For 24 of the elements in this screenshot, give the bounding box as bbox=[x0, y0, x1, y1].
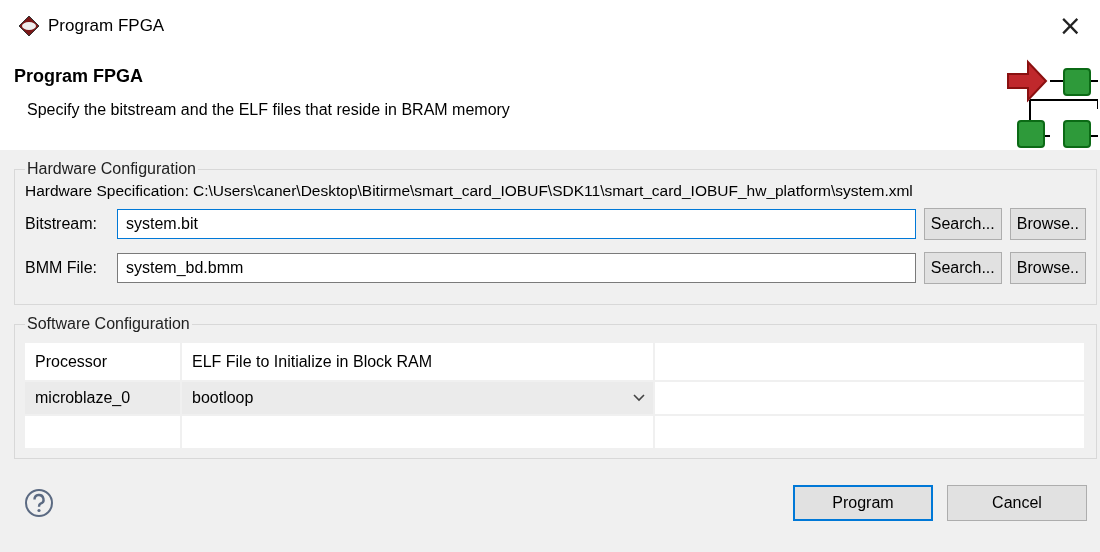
field-label: Bitstream: bbox=[25, 215, 98, 233]
help-icon[interactable] bbox=[24, 487, 54, 518]
hardware-specification: Hardware Specification: C:\Users\caner\Desktop\Bitirme\smart_card_IOBUF\SDK11\smart_card_IOBUF_hw_platform\system.xml bbox=[25, 182, 914, 200]
table-cell[interactable]: bootloop bbox=[192, 389, 254, 407]
dropdown-caret-icon[interactable] bbox=[633, 394, 645, 402]
dialog-description: Specify the bitstream and the ELF files that reside in BRAM memory bbox=[27, 101, 511, 119]
search-button[interactable]: Search... bbox=[923, 252, 1002, 284]
group-title: Software Configuration bbox=[26, 315, 191, 333]
field-label: BMM File: bbox=[25, 259, 98, 277]
table-cell[interactable]: microblaze_0 bbox=[25, 382, 182, 414]
program-button[interactable]: Program bbox=[793, 484, 933, 521]
browse-button[interactable]: Browse.. bbox=[1009, 208, 1086, 240]
dialog-title: Program FPGA bbox=[14, 66, 145, 87]
input-field[interactable]: system.bit bbox=[117, 209, 916, 239]
column-header: ELF File to Initialize in Block RAM bbox=[182, 343, 655, 380]
cancel-button[interactable]: Cancel bbox=[947, 484, 1087, 521]
close-button[interactable]: × bbox=[1054, 12, 1086, 40]
browse-button[interactable]: Browse.. bbox=[1009, 252, 1086, 284]
group-title: Hardware Configuration bbox=[26, 160, 197, 178]
app-logo-icon bbox=[18, 15, 40, 37]
column-header: Processor bbox=[25, 343, 182, 380]
input-field[interactable]: system_bd.bmm bbox=[117, 253, 916, 283]
window-title: Program FPGA bbox=[48, 16, 166, 36]
search-button[interactable]: Search... bbox=[923, 208, 1002, 240]
